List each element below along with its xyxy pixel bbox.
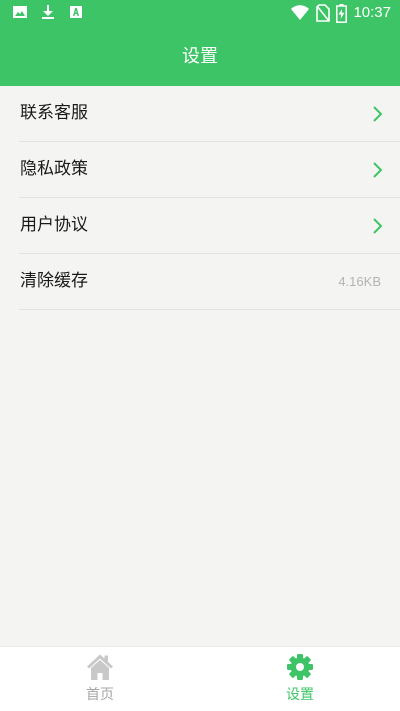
home-icon [87,654,113,680]
settings-item-label: 联系客服 [20,103,88,123]
settings-item-privacy-policy[interactable]: 隐私政策 [19,142,400,198]
settings-item-user-agreement[interactable]: 用户协议 [19,198,400,254]
app-header: 10:37 设置 [0,0,400,86]
cache-size-value: 4.16KB [338,274,381,289]
image-icon [13,6,27,18]
no-sim-icon [316,4,331,22]
nav-item-settings[interactable]: 设置 [200,647,400,711]
settings-item-clear-cache[interactable]: 清除缓存 4.16KB [19,254,400,310]
gear-icon [287,654,313,680]
text-a-icon [70,6,82,18]
page-title: 设置 [182,46,218,67]
status-time: 10:37 [353,4,391,21]
chevron-right-icon [373,106,383,122]
nav-label-home: 首页 [86,687,114,703]
download-icon [42,5,54,19]
chevron-right-icon [373,218,383,234]
chevron-right-icon [373,162,383,178]
wifi-icon [291,5,310,20]
settings-item-contact-support[interactable]: 联系客服 [19,86,400,142]
settings-item-label: 清除缓存 [20,271,88,291]
nav-item-home[interactable]: 首页 [0,647,200,711]
settings-list: 联系客服 隐私政策 用户协议 清除缓存 4.16KB [0,86,400,310]
status-bar: 10:37 [0,0,400,28]
battery-charging-icon [336,3,348,23]
settings-item-label: 隐私政策 [20,159,88,179]
bottom-nav: 首页 设置 [0,646,400,711]
settings-item-label: 用户协议 [20,215,88,235]
nav-label-settings: 设置 [286,687,314,703]
